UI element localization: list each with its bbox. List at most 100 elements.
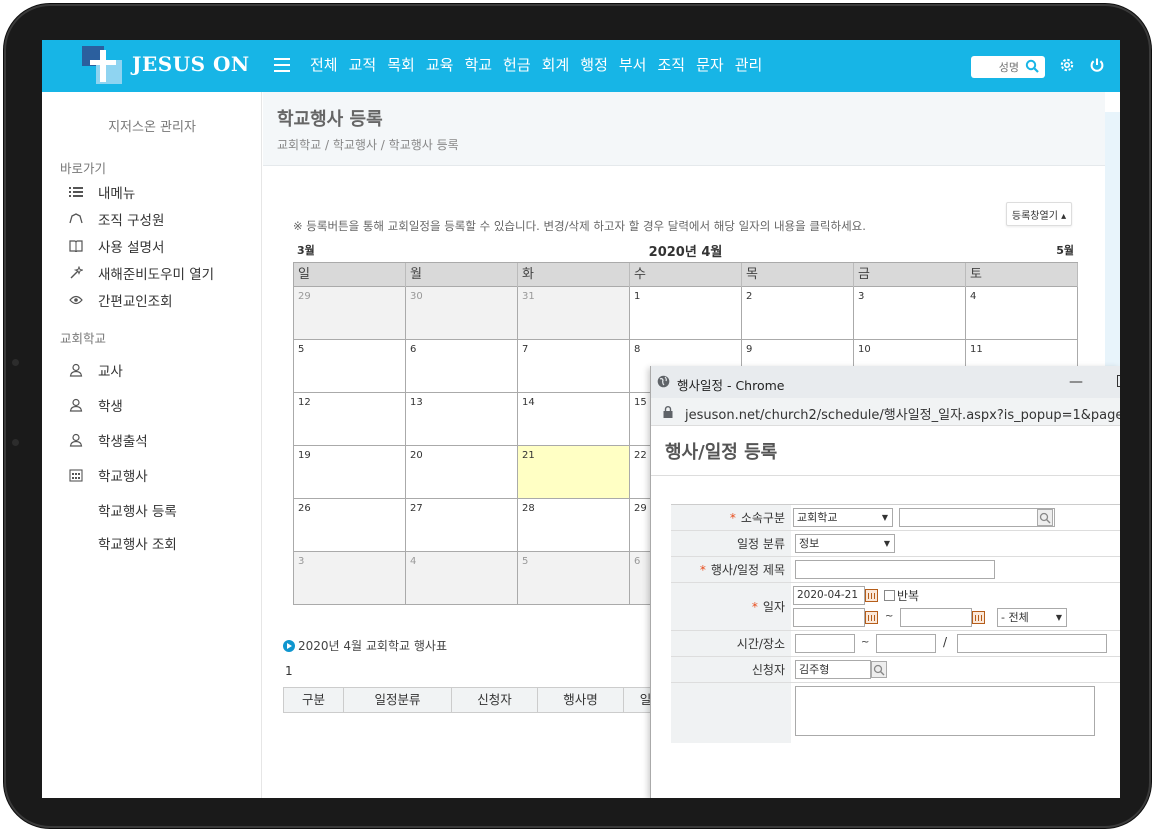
- hamburger-menu-icon[interactable]: [274, 58, 290, 72]
- sidebar-item-new-year-helper[interactable]: 새해준비도우미 열기: [68, 263, 214, 283]
- minimize-icon[interactable]: —: [1069, 374, 1083, 390]
- search-icon[interactable]: [1025, 59, 1039, 73]
- search-icon[interactable]: [1037, 509, 1053, 526]
- weekday-label: 금: [854, 263, 966, 287]
- page-number[interactable]: 1: [285, 664, 293, 678]
- nav-item[interactable]: 조직: [657, 54, 685, 75]
- form-row-content: [671, 683, 1120, 743]
- range-start-input[interactable]: [793, 608, 865, 627]
- search-input[interactable]: [975, 58, 1019, 76]
- calendar-day-cell[interactable]: 21: [518, 446, 630, 499]
- lock-icon: [663, 406, 673, 418]
- range-separator: ~: [885, 611, 894, 622]
- nav-item[interactable]: 회계: [542, 54, 570, 75]
- sidebar-item-student[interactable]: 학생: [68, 395, 123, 415]
- nav-item[interactable]: 관리: [735, 54, 763, 75]
- calendar-day-cell[interactable]: 3: [854, 287, 966, 340]
- calendar-day-cell[interactable]: 1: [630, 287, 742, 340]
- nav-item[interactable]: 문자: [696, 54, 724, 75]
- popup-address-bar: jesuson.net/church2/schedule/행사일정_일자.asp…: [651, 398, 1120, 426]
- calendar-day-cell[interactable]: 29: [294, 287, 406, 340]
- sidebar-item-teacher[interactable]: 교사: [68, 360, 123, 380]
- admin-name: 지저스온 관리자: [108, 120, 196, 135]
- calendar-day-cell[interactable]: 5: [294, 340, 406, 393]
- nav-item[interactable]: 목회: [387, 54, 415, 75]
- calendar-icon[interactable]: [865, 589, 878, 602]
- calendar-day-cell[interactable]: 6: [406, 340, 518, 393]
- brand-name[interactable]: JESUS ON: [132, 52, 250, 76]
- schedule-title: 2020년 4월 교회학교 행사표: [283, 637, 447, 654]
- calendar-day-cell[interactable]: 4: [966, 287, 1078, 340]
- sidebar-item-quick-member-lookup[interactable]: 간편교인조회: [68, 290, 173, 310]
- logo-icon[interactable]: [82, 46, 122, 86]
- calendar-day-cell[interactable]: 7: [518, 340, 630, 393]
- dept-select[interactable]: 교회학교 ▼: [793, 508, 893, 527]
- content-textarea[interactable]: [795, 686, 1095, 736]
- register-toggle-button[interactable]: 등록창열기 ▴: [1006, 202, 1072, 226]
- category-select[interactable]: 정보 ▼: [795, 534, 895, 553]
- sidebar-item-school-events[interactable]: 학교행사: [68, 465, 148, 485]
- sidebar-subitem-event-lookup[interactable]: 학교행사 조회: [98, 533, 177, 553]
- sidebar-item-label: 학생: [98, 399, 123, 415]
- nav-item[interactable]: 학교: [464, 54, 492, 75]
- globe-icon: [657, 375, 670, 388]
- gear-icon[interactable]: [1059, 57, 1075, 73]
- place-input[interactable]: [957, 634, 1107, 653]
- side-sensor: [12, 359, 19, 366]
- nav-item[interactable]: 부서: [619, 54, 647, 75]
- calendar-icon[interactable]: [972, 611, 985, 624]
- page-title: 학교행사 등록: [277, 109, 383, 130]
- form-row-date: * 일자 2020-04-21 반복 ~ - 전체 ▼: [671, 583, 1120, 631]
- column-header[interactable]: 일정분류: [344, 688, 452, 712]
- nav-item[interactable]: 행정: [580, 54, 608, 75]
- popup-window-title: 행사일정 - Chrome: [677, 378, 785, 393]
- sidebar-item-manual[interactable]: 사용 설명서: [68, 236, 164, 256]
- popup-titlebar[interactable]: 행사일정 - Chrome —: [651, 366, 1120, 398]
- calendar-day-cell[interactable]: 30: [406, 287, 518, 340]
- calendar-day-cell[interactable]: 27: [406, 499, 518, 552]
- column-header[interactable]: 구분: [284, 688, 344, 712]
- sidebar-subitem-event-register[interactable]: 학교행사 등록: [98, 500, 177, 520]
- column-header[interactable]: 신청자: [452, 688, 538, 712]
- sidebar-item-org-members[interactable]: 조직 구성원: [68, 209, 164, 229]
- calendar-day-cell[interactable]: 3: [294, 552, 406, 605]
- next-month-link[interactable]: 5월: [1056, 242, 1074, 258]
- calendar-day-cell[interactable]: 5: [518, 552, 630, 605]
- repeat-checkbox[interactable]: [884, 590, 895, 601]
- sidebar-item-student-attendance[interactable]: 학생출석: [68, 430, 148, 450]
- calendar-day-cell[interactable]: 28: [518, 499, 630, 552]
- nav-item[interactable]: 교적: [349, 54, 377, 75]
- calendar-icon[interactable]: [865, 611, 878, 624]
- event-title-input[interactable]: [795, 560, 995, 579]
- column-header[interactable]: 행사명: [538, 688, 624, 712]
- calendar-day-cell[interactable]: 14: [518, 393, 630, 446]
- calendar-day-cell[interactable]: 12: [294, 393, 406, 446]
- nav-item[interactable]: 전체: [310, 54, 338, 75]
- repeat-label: 반복: [897, 589, 920, 603]
- calendar-day-cell[interactable]: 20: [406, 446, 518, 499]
- form-label: [671, 683, 791, 743]
- wand-icon: [68, 265, 84, 281]
- calendar-day-cell[interactable]: 4: [406, 552, 518, 605]
- calendar-day-cell[interactable]: 2: [742, 287, 854, 340]
- nav-item[interactable]: 헌금: [503, 54, 531, 75]
- range-scope-select[interactable]: - 전체 ▼: [997, 608, 1067, 627]
- calendar-day-cell[interactable]: 13: [406, 393, 518, 446]
- applicant-input[interactable]: 김주형: [795, 660, 871, 679]
- search-icon[interactable]: [871, 661, 887, 678]
- range-end-input[interactable]: [900, 608, 972, 627]
- time-start-input[interactable]: [795, 634, 855, 653]
- nav-item[interactable]: 교육: [426, 54, 454, 75]
- dept-detail-input[interactable]: [899, 508, 1055, 527]
- time-end-input[interactable]: [876, 634, 936, 653]
- prev-month-link[interactable]: 3월: [297, 242, 315, 258]
- maximize-icon[interactable]: [1117, 375, 1120, 387]
- calendar-day-cell[interactable]: 26: [294, 499, 406, 552]
- popup-url[interactable]: jesuson.net/church2/schedule/행사일정_일자.asp…: [685, 404, 1120, 423]
- calendar-day-cell[interactable]: 31: [518, 287, 630, 340]
- tablet-frame: JESUS ON 전체 교적 목회 교육 학교 헌금 회계 행정 부서 조직 문…: [4, 4, 1151, 828]
- power-icon[interactable]: [1089, 57, 1105, 73]
- sidebar-item-my-menu[interactable]: 내메뉴: [68, 182, 135, 202]
- date-input[interactable]: 2020-04-21: [793, 586, 865, 605]
- calendar-day-cell[interactable]: 19: [294, 446, 406, 499]
